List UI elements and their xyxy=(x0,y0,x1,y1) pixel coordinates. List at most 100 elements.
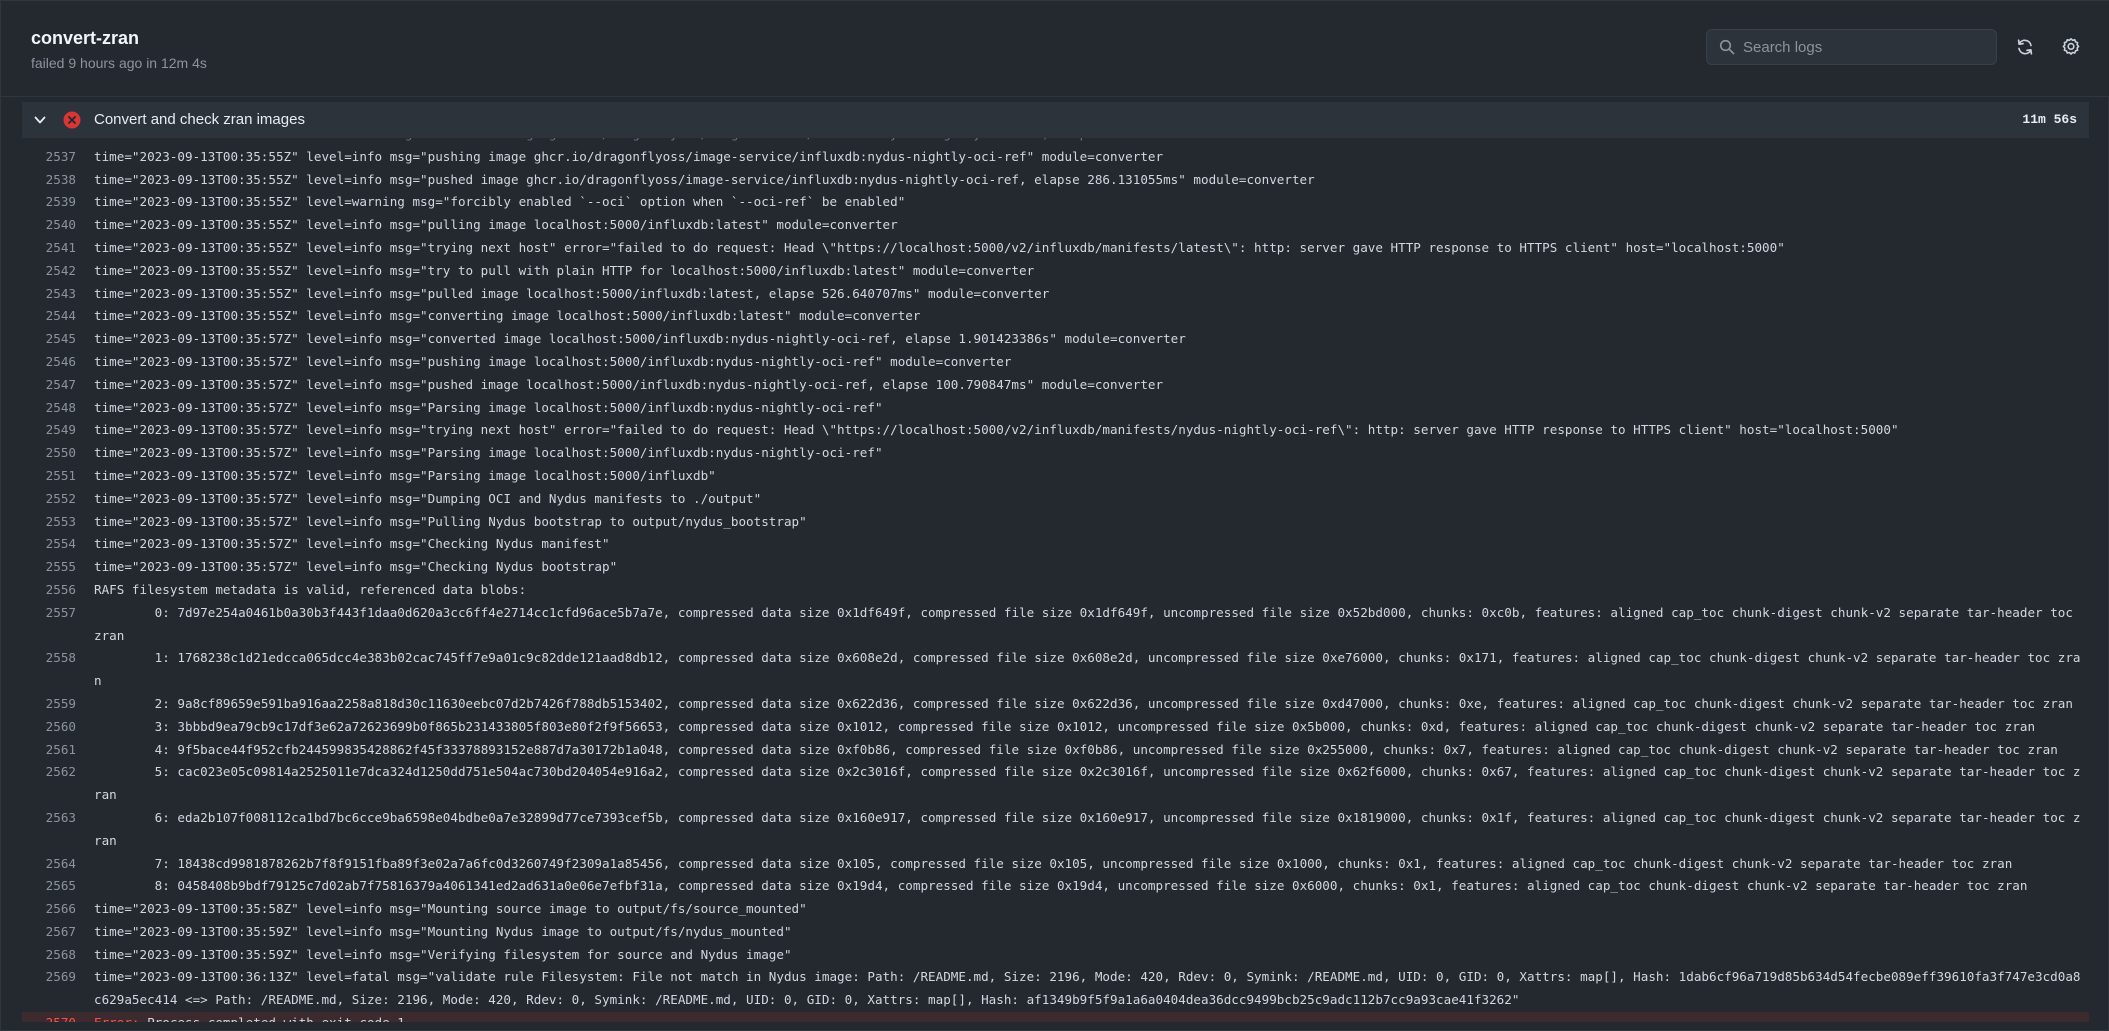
log-line-number[interactable]: 2548 xyxy=(22,397,76,420)
log-line-text: time="2023-09-13T00:35:57Z" level=info m… xyxy=(94,331,1186,347)
log-line-text: time="2023-09-13T00:35:57Z" level=info m… xyxy=(94,490,762,506)
log-line-text: time="2023-09-13T00:35:55Z" level=info m… xyxy=(94,308,921,324)
log-line-number[interactable]: 2536 xyxy=(22,138,76,146)
log-line-number[interactable]: 2544 xyxy=(22,305,76,328)
job-title: convert-zran xyxy=(31,28,140,48)
log-line-error[interactable]: 2570Error: Process completed with exit c… xyxy=(22,1012,2089,1022)
log-line-number[interactable]: 2563 xyxy=(22,807,76,853)
log-line[interactable]: 2563 6: eda2b107f008112ca1bd7bc6cce9ba65… xyxy=(22,807,2089,853)
log-line[interactable]: 2537 time="2023-09-13T00:35:55Z" level=in… xyxy=(22,146,2089,169)
log-line-number[interactable]: 2551 xyxy=(22,465,76,488)
log-line-number[interactable]: 2546 xyxy=(22,351,76,374)
log-line-number[interactable]: 2565 xyxy=(22,875,76,898)
log-line-text: 1: 1768238c1d21edcca065dcc4e383b02cac745… xyxy=(94,650,2081,689)
step-duration: 11m 56s xyxy=(2022,112,2077,127)
log-line-number[interactable]: 2539 xyxy=(22,191,76,214)
log-line[interactable]: 2548 time="2023-09-13T00:35:57Z" level=in… xyxy=(22,397,2089,420)
log-line-number[interactable]: 2547 xyxy=(22,374,76,397)
log-line-number[interactable]: 2559 xyxy=(22,693,76,716)
search-logs-input[interactable] xyxy=(1743,30,1991,64)
refresh-icon[interactable] xyxy=(2015,37,2035,57)
log-line-number[interactable]: 2570 xyxy=(22,1012,76,1022)
log-line-number[interactable]: 2555 xyxy=(22,556,76,579)
log-line[interactable]: 2568 time="2023-09-13T00:35:59Z" level=in… xyxy=(22,944,2089,967)
log-line[interactable]: 2557 0: 7d97e254a0461b0a30b3f443f1daa0d6… xyxy=(22,602,2089,648)
log-line-number[interactable]: 2550 xyxy=(22,442,76,465)
log-line-text: time="2023-09-13T00:35:59Z" level=info m… xyxy=(94,946,792,962)
log-line-number[interactable]: 2542 xyxy=(22,260,76,283)
log-line[interactable]: 2552 time="2023-09-13T00:35:57Z" level=in… xyxy=(22,488,2089,511)
log-line[interactable]: 2536time="2023-09-13T00:35:55Z" level=in… xyxy=(22,138,2089,146)
log-line-number[interactable]: 2552 xyxy=(22,488,76,511)
log-line-number[interactable]: 2560 xyxy=(22,716,76,739)
log-line[interactable]: 2544 time="2023-09-13T00:35:55Z" level=in… xyxy=(22,305,2089,328)
log-line-number[interactable]: 2557 xyxy=(22,602,76,648)
log-line[interactable]: 2564 7: 18438cd9981878262b7f8f9151fba89f… xyxy=(22,853,2089,876)
log-line[interactable]: 2569 time="2023-09-13T00:36:13Z" level=fa… xyxy=(22,966,2089,1012)
log-line-number[interactable]: 2538 xyxy=(22,169,76,192)
log-line-number[interactable]: 2558 xyxy=(22,647,76,693)
log-line[interactable]: 2539 time="2023-09-13T00:35:55Z" level=wa… xyxy=(22,191,2089,214)
log-line[interactable]: 2554 time="2023-09-13T00:35:57Z" level=in… xyxy=(22,533,2089,556)
log-line-number[interactable]: 2541 xyxy=(22,237,76,260)
log-line-number[interactable]: 2543 xyxy=(22,283,76,306)
log-line-number[interactable]: 2553 xyxy=(22,511,76,534)
log-line-number[interactable]: 2562 xyxy=(22,761,76,807)
log-line[interactable]: 2553 time="2023-09-13T00:35:57Z" level=in… xyxy=(22,511,2089,534)
log-line[interactable]: 2555 time="2023-09-13T00:35:57Z" level=in… xyxy=(22,556,2089,579)
log-line-number[interactable]: 2549 xyxy=(22,419,76,442)
log-line[interactable]: 2547 time="2023-09-13T00:35:57Z" level=in… xyxy=(22,374,2089,397)
log-line-text: 4: 9f5bace44f952cfb244599835428862f45f33… xyxy=(94,741,2058,757)
log-line-number[interactable]: 2566 xyxy=(22,898,76,921)
gear-icon[interactable] xyxy=(2061,37,2081,57)
log-line[interactable]: 2545 time="2023-09-13T00:35:57Z" level=in… xyxy=(22,328,2089,351)
log-line-number[interactable]: 2568 xyxy=(22,944,76,967)
search-logs-box[interactable] xyxy=(1706,29,1997,65)
log-line-text: 6: eda2b107f008112ca1bd7bc6cce9ba6598e04… xyxy=(94,809,2081,848)
log-line-text: time="2023-09-13T00:35:57Z" level=info m… xyxy=(94,353,1012,369)
log-line-text: time="2023-09-13T00:35:55Z" level=info m… xyxy=(94,171,1315,187)
log-line[interactable]: 2546 time="2023-09-13T00:35:57Z" level=in… xyxy=(22,351,2089,374)
log-line[interactable]: 2538 time="2023-09-13T00:35:55Z" level=in… xyxy=(22,169,2089,192)
log-line[interactable]: 2567 time="2023-09-13T00:35:59Z" level=in… xyxy=(22,921,2089,944)
log-line[interactable]: 2550 time="2023-09-13T00:35:57Z" level=in… xyxy=(22,442,2089,465)
log-output: 2536time="2023-09-13T00:35:55Z" level=in… xyxy=(22,138,2089,1022)
log-line[interactable]: 2540 time="2023-09-13T00:35:55Z" level=in… xyxy=(22,214,2089,237)
log-line-number[interactable]: 2556 xyxy=(22,579,76,602)
log-line[interactable]: 2562 5: cac023e05c09814a2525011e7dca324d… xyxy=(22,761,2089,807)
log-line[interactable]: 2561 4: 9f5bace44f952cfb244599835428862f… xyxy=(22,739,2089,762)
log-line-text: 3: 3bbbd9ea79cb9c17df3e62a72623699b0f865… xyxy=(94,718,2036,734)
log-line-text: 8: 0458408b9bdf79125c7d02ab7f75816379a40… xyxy=(94,878,2028,894)
log-line-number[interactable]: 2564 xyxy=(22,853,76,876)
log-line[interactable]: 2551 time="2023-09-13T00:35:57Z" level=in… xyxy=(22,465,2089,488)
log-line-number[interactable]: 2545 xyxy=(22,328,76,351)
log-line[interactable]: 2566 time="2023-09-13T00:35:58Z" level=in… xyxy=(22,898,2089,921)
log-line-text: time="2023-09-13T00:35:55Z" level=info m… xyxy=(94,285,1050,301)
log-line[interactable]: 2559 2: 9a8cf89659e591ba916aa2258a818d30… xyxy=(22,693,2089,716)
log-line-text: time="2023-09-13T00:35:55Z" level=info m… xyxy=(94,217,898,233)
log-line[interactable]: 2549 time="2023-09-13T00:35:57Z" level=in… xyxy=(22,419,2089,442)
log-line[interactable]: 2560 3: 3bbbd9ea79cb9c17df3e62a72623699b… xyxy=(22,716,2089,739)
log-line-text: time="2023-09-13T00:35:57Z" level=info m… xyxy=(94,422,1899,438)
log-line-text: 7: 18438cd9981878262b7f8f9151fba89f3e02a… xyxy=(94,855,2013,871)
log-line-text: time="2023-09-13T00:35:55Z" level=warnin… xyxy=(94,194,906,210)
log-line[interactable]: 2543 time="2023-09-13T00:35:55Z" level=in… xyxy=(22,283,2089,306)
log-line[interactable]: 2556 RAFS filesystem metadata is valid, r… xyxy=(22,579,2089,602)
log-line-number[interactable]: 2569 xyxy=(22,966,76,1012)
error-prefix: Error: xyxy=(94,1015,140,1022)
log-line-text: RAFS filesystem metadata is valid, refer… xyxy=(94,581,527,597)
log-line-number[interactable]: 2537 xyxy=(22,146,76,169)
log-line-number[interactable]: 2540 xyxy=(22,214,76,237)
log-line[interactable]: 2541 time="2023-09-13T00:35:55Z" level=in… xyxy=(22,237,2089,260)
log-line-number[interactable]: 2567 xyxy=(22,921,76,944)
log-line[interactable]: 2558 1: 1768238c1d21edcca065dcc4e383b02c… xyxy=(22,647,2089,693)
log-line-number[interactable]: 2561 xyxy=(22,739,76,762)
log-line[interactable]: 2542 time="2023-09-13T00:35:55Z" level=in… xyxy=(22,260,2089,283)
log-line-text: time="2023-09-13T00:35:55Z" level=info m… xyxy=(76,138,2086,146)
chevron-down-icon[interactable] xyxy=(33,113,47,127)
job-header: convert-zran failed 9 hours ago in 12m 4… xyxy=(1,1,2109,97)
x-circle-fill-icon xyxy=(63,111,81,129)
log-line[interactable]: 2565 8: 0458408b9bdf79125c7d02ab7f758163… xyxy=(22,875,2089,898)
step-convert-and-check[interactable]: Convert and check zran images 11m 56s xyxy=(22,102,2089,138)
log-line-number[interactable]: 2554 xyxy=(22,533,76,556)
